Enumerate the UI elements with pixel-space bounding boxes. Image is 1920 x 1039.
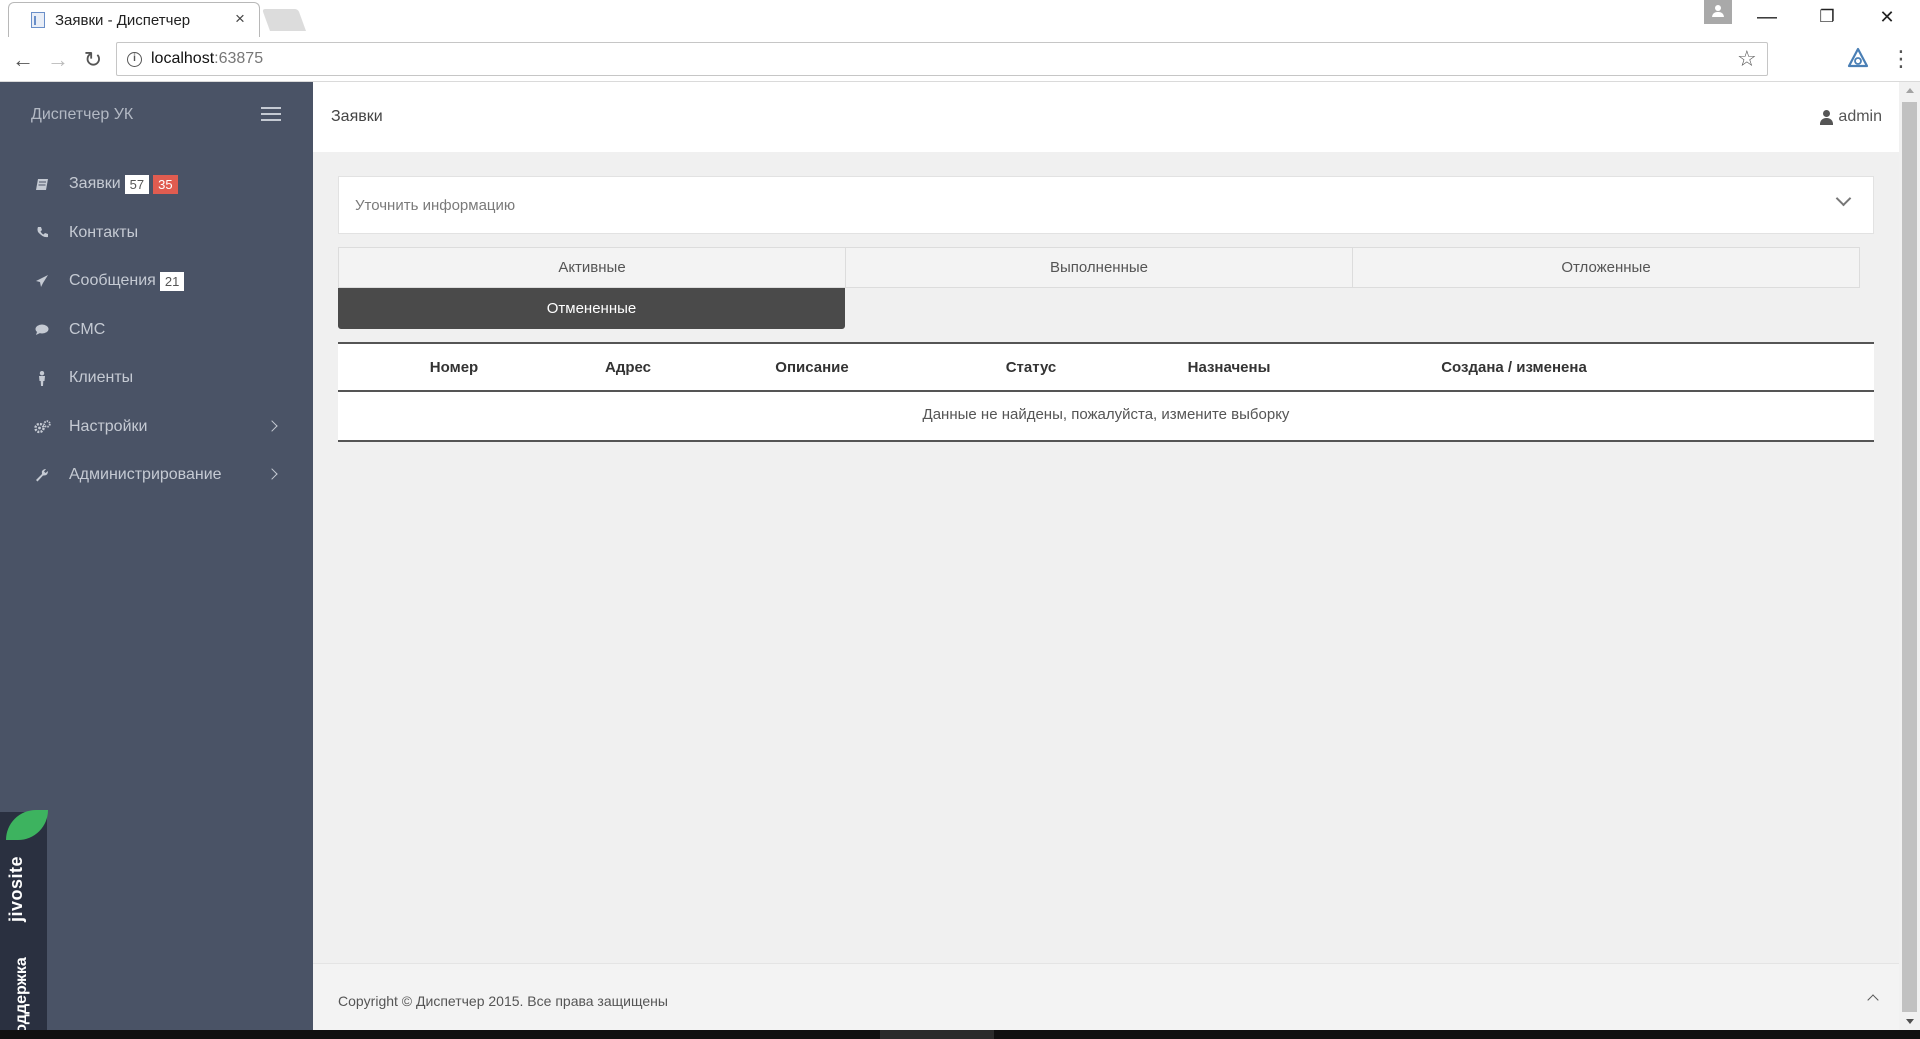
requests-table: Номер Адрес Описание Статус Назначены Со… [338,342,1874,442]
browser-menu-icon[interactable]: ⋮ [1890,45,1912,73]
paper-plane-icon [32,273,52,289]
sidebar-item-administration[interactable]: Администрирование [0,451,313,500]
phone-icon [32,225,52,241]
page-title: Заявки [331,108,383,125]
sidebar-item-messages[interactable]: Сообщения 21 [0,257,313,306]
support-chat-widget[interactable]: jivosite Техподдержка [0,810,48,1039]
count-badge: 21 [159,271,185,291]
scrollbar-thumb[interactable] [1902,102,1917,1012]
bookmark-star-icon[interactable]: ☆ [1737,46,1757,72]
filter-panel[interactable]: Уточнить информацию [338,176,1874,234]
sidebar-item-label: СМС [69,320,106,338]
tab-cancelled[interactable]: Отмененные [338,288,845,329]
wrench-icon [32,467,52,483]
scroll-to-top-icon[interactable] [1867,994,1879,1006]
scroll-up-arrow-icon[interactable] [1906,88,1914,93]
jivosite-logo: jivosite [6,855,26,922]
new-tab-button[interactable] [261,9,307,31]
chevron-down-icon[interactable] [1835,190,1852,207]
address-bar[interactable]: i localhost:63875 ☆ [116,42,1768,76]
site-info-icon[interactable]: i [127,52,142,67]
tab-active[interactable]: Активные [338,247,846,288]
sidebar: Диспетчер УК Заявки 57 35 Контакты Сообщ… [0,82,313,1039]
page-header: Заявки admin [313,82,1899,152]
chevron-right-icon [266,419,278,432]
column-header-number[interactable]: Номер [430,359,478,376]
sidebar-item-label: Контакты [69,223,139,241]
sidebar-item-label: Клиенты [69,369,134,387]
page-favicon-icon [31,12,45,28]
browser-tabstrip: Заявки - Диспетчер × — ❐ ✕ [0,0,1920,37]
support-label: Техподдержка [13,957,30,1039]
column-header-created[interactable]: Создана / изменена [1441,359,1587,376]
tab-postponed[interactable]: Отложенные [1352,247,1860,288]
jivosite-leaf-icon [6,810,48,840]
sidebar-menu: Заявки 57 35 Контакты Сообщения 21 СМС К… [0,160,313,500]
chevron-right-icon [266,468,278,480]
url-text: localhost:63875 [151,50,264,67]
column-header-assigned[interactable]: Назначены [1188,359,1271,376]
forward-button[interactable]: → [43,45,73,75]
page-footer: Copyright © Диспетчер 2015. Все права за… [313,963,1899,1030]
empty-state-message: Данные не найдены, пожалуйста, измените … [922,406,1290,423]
os-taskbar [0,1030,1920,1039]
book-icon [32,176,52,192]
back-button[interactable]: ← [8,45,38,75]
close-window-button[interactable]: ✕ [1864,2,1910,32]
brand-title: Диспетчер УК [31,106,134,123]
sidebar-item-label: Администрирование [69,466,222,484]
page-scrollbar[interactable] [1899,82,1920,1030]
user-menu[interactable]: admin [1820,108,1882,126]
sidebar-item-contacts[interactable]: Контакты [0,209,313,258]
browser-toolbar: ← → ↻ i localhost:63875 ☆ ⋮ [0,37,1920,82]
restore-button[interactable]: ❐ [1804,2,1850,32]
extension-icon[interactable] [1846,47,1870,69]
tab-close-icon[interactable]: × [231,10,249,28]
tab-title: Заявки - Диспетчер [55,12,191,29]
gears-icon [32,419,52,435]
column-header-status[interactable]: Статус [1006,359,1057,376]
sidebar-item-clients[interactable]: Клиенты [0,354,313,403]
user-icon [1820,109,1834,125]
user-name: admin [1838,108,1882,125]
filter-panel-title: Уточнить информацию [355,197,516,214]
count-badge-alert: 35 [153,174,178,194]
taskbar-active-item[interactable] [880,1030,994,1039]
count-badge: 57 [124,174,150,194]
person-icon [32,370,52,386]
sidebar-item-label: Сообщения [69,272,156,290]
column-header-address[interactable]: Адрес [605,359,651,376]
sidebar-item-label: Заявки [69,175,121,193]
sidebar-item-settings[interactable]: Настройки [0,403,313,452]
reload-button[interactable]: ↻ [78,45,108,75]
minimize-button[interactable]: — [1744,2,1790,32]
copyright-text: Copyright © Диспетчер 2015. Все права за… [338,993,668,1009]
sidebar-item-requests[interactable]: Заявки 57 35 [0,160,313,209]
menu-toggle-icon[interactable] [261,107,281,123]
column-header-description[interactable]: Описание [775,359,848,376]
tab-completed[interactable]: Выполненные [845,247,1353,288]
table-header: Номер Адрес Описание Статус Назначены Со… [338,344,1874,392]
browser-tab[interactable]: Заявки - Диспетчер × [8,2,260,37]
profile-icon[interactable] [1704,0,1732,24]
sidebar-item-sms[interactable]: СМС [0,306,313,355]
sidebar-item-label: Настройки [69,417,148,435]
scroll-down-arrow-icon[interactable] [1906,1019,1914,1024]
chat-bubble-icon [32,322,52,338]
